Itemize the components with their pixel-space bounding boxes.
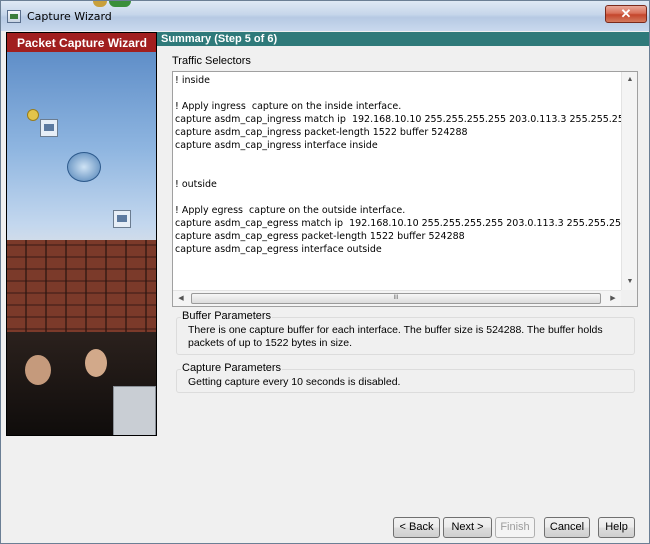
help-button[interactable]: Help xyxy=(598,517,635,538)
close-button[interactable]: ✕ xyxy=(605,5,647,23)
traffic-selector-line: capture asdm_cap_ingress match ip 192.16… xyxy=(175,114,621,125)
capture-parameters-group: Capture Parameters Getting capture every… xyxy=(176,362,635,393)
buffer-parameters-title: Buffer Parameters xyxy=(181,310,273,322)
traffic-selector-line: ! Apply egress capture on the outside in… xyxy=(175,205,406,216)
traffic-selector-line: ! outside xyxy=(175,179,217,190)
traffic-selector-line xyxy=(175,152,621,165)
pin-icon xyxy=(27,109,39,121)
traffic-selector-line: capture asdm_cap_egress interface outsid… xyxy=(175,244,382,255)
window-title: Capture Wizard xyxy=(27,10,112,23)
taskbar-fragment-yellow xyxy=(93,1,107,7)
traffic-selector-line xyxy=(175,87,621,100)
traffic-selectors-textarea[interactable]: ! inside ! Apply ingress capture on the … xyxy=(172,71,638,307)
title-bar: Capture Wizard ✕ xyxy=(1,1,649,31)
back-button[interactable]: < Back xyxy=(393,517,440,538)
monitor-image xyxy=(113,386,156,435)
cancel-button[interactable]: Cancel xyxy=(544,517,590,538)
traffic-selector-line: ! inside xyxy=(175,75,210,86)
vertical-scrollbar[interactable]: ▲ ▼ xyxy=(621,72,637,290)
capture-parameters-title: Capture Parameters xyxy=(181,362,283,374)
buffer-parameters-group: Buffer Parameters There is one capture b… xyxy=(176,310,635,355)
network-node-icon xyxy=(40,119,58,137)
horizontal-scrollbar[interactable]: ◀ III ▶ xyxy=(173,290,621,306)
traffic-selectors-text[interactable]: ! inside ! Apply ingress capture on the … xyxy=(175,74,621,288)
scroll-right-icon[interactable]: ▶ xyxy=(605,291,621,306)
capture-wizard-icon xyxy=(7,10,21,23)
wizard-side-title: Packet Capture Wizard xyxy=(7,33,156,52)
traffic-selector-line: capture asdm_cap_egress match ip 192.168… xyxy=(175,218,621,229)
scroll-thumb[interactable]: III xyxy=(191,293,601,304)
scroll-down-icon[interactable]: ▼ xyxy=(622,274,637,290)
traffic-selector-line: capture asdm_cap_ingress interface insid… xyxy=(175,140,378,151)
capture-wizard-window: Capture Wizard ✕ Packet Capture Wizard S… xyxy=(0,0,650,544)
close-icon: ✕ xyxy=(620,6,632,21)
traffic-selector-line: capture asdm_cap_egress packet-length 15… xyxy=(175,231,465,242)
traffic-selector-line: ! Apply ingress capture on the inside in… xyxy=(175,101,402,112)
traffic-selector-line xyxy=(175,191,621,204)
wizard-side-panel: Packet Capture Wizard xyxy=(6,32,157,436)
scroll-left-icon[interactable]: ◀ xyxy=(173,291,189,306)
step-header: Summary (Step 5 of 6) xyxy=(157,32,649,46)
network-node-icon xyxy=(113,210,131,228)
capture-parameters-text: Getting capture every 10 seconds is disa… xyxy=(188,376,401,388)
traffic-selector-line xyxy=(175,165,621,178)
taskbar-fragment-green xyxy=(109,1,131,7)
traffic-selector-line: capture asdm_cap_ingress packet-length 1… xyxy=(175,127,468,138)
buffer-parameters-text: There is one capture buffer for each int… xyxy=(188,324,603,349)
finish-button[interactable]: Finish xyxy=(495,517,535,538)
next-button[interactable]: Next > xyxy=(443,517,492,538)
network-hub-icon xyxy=(67,152,101,182)
scroll-up-icon[interactable]: ▲ xyxy=(622,72,637,88)
wizard-illustration xyxy=(7,52,156,435)
traffic-selectors-label: Traffic Selectors xyxy=(172,55,251,67)
